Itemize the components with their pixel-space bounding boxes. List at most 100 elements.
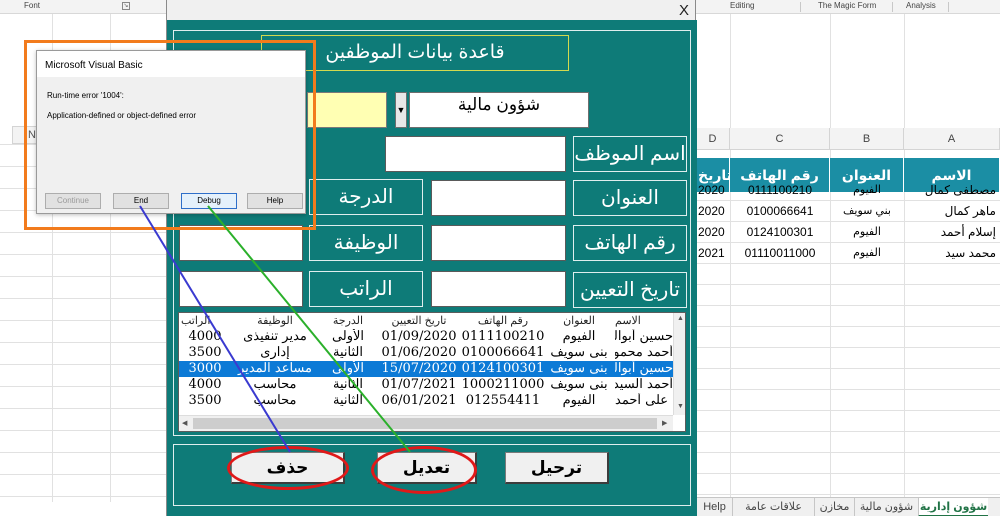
chevron-down-icon[interactable]: ▼	[395, 92, 407, 128]
sheet-tab-bar: شؤون إدارية شؤون مالية مخازن علاقات عامة…	[696, 497, 1000, 516]
column-header-b[interactable]: B	[830, 128, 904, 150]
list-cell-hire-date: 15/07/2020	[381, 361, 457, 376]
listbox-vertical-scrollbar[interactable]: ▲ ▼	[673, 313, 685, 415]
cell-phone[interactable]: 01110011000	[730, 243, 830, 264]
close-icon[interactable]: X	[673, 1, 695, 21]
employee-name-field[interactable]	[385, 136, 566, 172]
label-employee-name: اسم الموظف	[573, 136, 687, 172]
cell-hire-date[interactable]: 2021	[696, 243, 730, 264]
cell-name[interactable]: إسلام أحمد	[904, 222, 1000, 243]
list-item[interactable]: أحمد محمود بنى سويف 0100066641 01/06/202…	[179, 345, 673, 361]
cell-hire-date[interactable]: 2020	[696, 180, 730, 201]
end-button[interactable]: End	[113, 193, 169, 209]
list-header-job: الوظيفة	[257, 315, 293, 327]
error-code: Run-time error '1004':	[47, 91, 124, 100]
list-cell-phone: 0124100301	[461, 361, 545, 376]
list-cell-job: مساعد المدير	[238, 361, 312, 376]
vba-error-dialog: Microsoft Visual Basic Run-time error '1…	[36, 50, 306, 214]
scroll-up-icon[interactable]: ▲	[677, 315, 684, 322]
sheet-tab-financial-affairs[interactable]: شؤون مالية	[854, 498, 918, 516]
label-grade: الدرجة	[309, 179, 423, 215]
label-salary: الراتب	[309, 271, 423, 307]
list-cell-name: حسين أبوالخير	[615, 329, 673, 344]
list-cell-salary: 4000	[188, 377, 222, 392]
list-item[interactable]: على أحمد الفيوم 012554411 06/01/2021 الث…	[179, 393, 673, 409]
bottom-bar-left	[0, 502, 166, 516]
list-cell-address: بنى سويف	[550, 345, 608, 360]
scroll-left-icon[interactable]: ◀	[182, 419, 187, 427]
list-cell-address: الفيوم	[562, 393, 596, 408]
sheet-tab-warehouses[interactable]: مخازن	[814, 498, 854, 516]
scroll-right-icon[interactable]: ▶	[662, 419, 667, 427]
cell-phone[interactable]: 0124100301	[730, 222, 830, 243]
list-cell-name: أحمد السيد	[615, 377, 673, 392]
list-cell-grade: الثانية	[333, 345, 363, 360]
department-combobox[interactable]: شؤون مالية	[409, 92, 589, 128]
label-hire-date: تاريخ التعيين	[573, 272, 687, 308]
employee-listbox[interactable]: الاسم العنوان رقم الهاتف تاريخ التعيين ا…	[178, 312, 686, 432]
list-item[interactable]: حسين أبوالخير الفيوم 0111100210 01/09/20…	[179, 329, 673, 345]
cell-name[interactable]: ماهر كمال	[904, 201, 1000, 222]
list-header-grade: الدرجة	[332, 315, 364, 327]
scroll-down-icon[interactable]: ▼	[677, 403, 684, 410]
debug-button[interactable]: Debug	[181, 193, 237, 209]
list-cell-phone: 0111100210	[461, 329, 545, 344]
list-cell-name: حسين أبوالخير	[615, 361, 673, 376]
cell-address[interactable]: الفيوم	[830, 243, 904, 264]
address-field[interactable]	[431, 180, 566, 216]
cell-phone[interactable]: 0111100210	[730, 180, 830, 201]
label-address: العنوان	[573, 180, 687, 216]
list-header-address: العنوان	[563, 315, 595, 327]
scrollbar-thumb[interactable]	[193, 418, 657, 429]
list-cell-name: أحمد محمود	[615, 345, 673, 360]
column-header-d[interactable]: D	[696, 128, 730, 150]
listbox-horizontal-scrollbar[interactable]: ◀ ▶	[179, 415, 673, 431]
ribbon-group-magic-form[interactable]: The Magic Form	[818, 1, 876, 10]
ribbon-group-font[interactable]: Font	[24, 1, 40, 10]
list-item-selected[interactable]: حسين أبوالخير بنى سويف 0124100301 15/07/…	[179, 361, 673, 377]
list-cell-grade: الأولى	[331, 329, 365, 344]
hire-date-field[interactable]	[431, 271, 566, 307]
list-cell-job: محاسب	[253, 377, 297, 392]
list-cell-phone: 1000211000	[461, 377, 545, 392]
ribbon-group-editing[interactable]: Editing	[730, 1, 754, 10]
cell-phone[interactable]: 0100066641	[730, 201, 830, 222]
list-cell-salary: 4000	[188, 329, 222, 344]
help-button[interactable]: Help	[247, 193, 303, 209]
list-cell-hire-date: 06/01/2021	[381, 393, 457, 408]
cell-address[interactable]: بني سويف	[830, 201, 904, 222]
cell-name[interactable]: مصطفى كمال	[904, 180, 1000, 201]
list-cell-address: الفيوم	[562, 329, 596, 344]
list-cell-hire-date: 01/07/2021	[381, 377, 457, 392]
column-header-a[interactable]: A	[904, 128, 1000, 150]
worksheet-grid-right[interactable]: D C B A تاريخ رقم الهاتف العنوان الاسم 2…	[696, 14, 1000, 500]
dialog-title-bar[interactable]: Microsoft Visual Basic	[37, 51, 305, 77]
sheet-tab-admin-affairs[interactable]: شؤون إدارية	[918, 498, 988, 516]
dialog-launcher-icon[interactable]: ↘	[122, 2, 130, 10]
list-cell-job: مدير تنفيذى	[243, 329, 307, 344]
sheet-tab-public-relations[interactable]: علاقات عامة	[732, 498, 814, 516]
filter-textbox[interactable]	[307, 92, 387, 128]
transfer-button[interactable]: ترحيل	[505, 452, 609, 484]
job-field[interactable]	[179, 225, 303, 261]
column-header-c[interactable]: C	[730, 128, 830, 150]
list-cell-hire-date: 01/09/2020	[381, 329, 457, 344]
list-cell-grade: الثانية	[333, 377, 363, 392]
cell-address[interactable]: الفيوم	[830, 180, 904, 201]
list-header-phone: رقم الهاتف	[477, 315, 529, 327]
list-cell-salary: 3500	[188, 393, 222, 408]
cell-name[interactable]: محمد سيد	[904, 243, 1000, 264]
list-cell-grade: الثانية	[333, 393, 363, 408]
highlight-ring	[371, 446, 477, 494]
salary-field[interactable]	[179, 271, 303, 307]
cell-hire-date[interactable]: 2020	[696, 201, 730, 222]
cell-hire-date[interactable]: 2020	[696, 222, 730, 243]
phone-field[interactable]	[431, 225, 566, 261]
list-cell-hire-date: 01/06/2020	[381, 345, 457, 360]
cell-address[interactable]: الفيوم	[830, 222, 904, 243]
list-item[interactable]: أحمد السيد بنى سويف 1000211000 01/07/202…	[179, 377, 673, 393]
sheet-tab-help[interactable]: Help	[696, 498, 732, 516]
ribbon-group-analysis[interactable]: Analysis	[906, 1, 936, 10]
continue-button[interactable]: Continue	[45, 193, 101, 209]
list-cell-phone: 012554411	[465, 393, 541, 408]
